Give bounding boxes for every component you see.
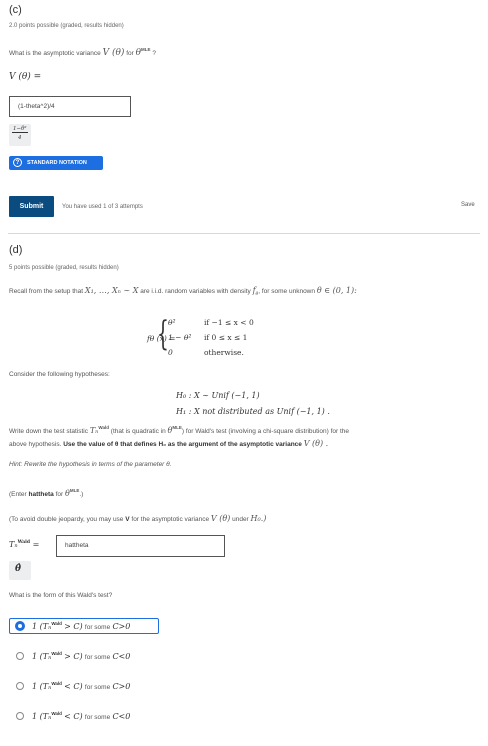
instructions-line-1: Write down the test statistic TₙWald (th… — [9, 425, 350, 435]
divider — [8, 233, 480, 234]
option-1[interactable]: 1 (TₙWald > C) for some C>0 — [9, 618, 159, 634]
form-question: What is the form of this Wald's test? — [9, 592, 113, 599]
option-2[interactable]: 1 (TₙWald > C) for some C<0 — [9, 648, 159, 664]
radio-button[interactable] — [16, 712, 24, 720]
radio-button[interactable] — [16, 652, 24, 660]
hypothesis-h0: H₀ : X ∼ Unif (−1, 1) — [176, 391, 260, 400]
case-2-cond: if 0 ≤ x ≤ 1 — [204, 333, 248, 342]
radio-button[interactable] — [16, 682, 24, 690]
part-d-label: (d) — [9, 244, 23, 256]
case-3-expr: 0 — [168, 348, 173, 357]
t-wald-label: TₙWald = — [9, 540, 40, 549]
submit-button[interactable]: Submit — [9, 196, 54, 217]
help-icon: ? — [13, 158, 22, 167]
math-preview: 1−θ² 4 — [9, 124, 31, 146]
setup-text: Recall from the setup that X₁, …, Xₙ ∼ X… — [9, 286, 357, 297]
double-jeopardy-note: (To avoid double jeopardy, you may use V… — [9, 514, 267, 523]
attempts-text: You have used 1 of 3 attempts — [62, 204, 143, 210]
instructions-line-2: above hypothesis. Use the value of θ tha… — [9, 439, 329, 448]
case-1-cond: if −1 ≤ x < 0 — [204, 318, 254, 327]
radio-button-selected[interactable] — [15, 621, 25, 631]
part-c-label: (c) — [9, 4, 22, 16]
option-3[interactable]: 1 (TₙWald < C) for some C>0 — [9, 678, 159, 694]
part-c-question: What is the asymptotic variance V (θ) fo… — [9, 47, 156, 58]
variance-answer-input[interactable]: (1-theta^2)/4 — [9, 96, 131, 117]
answer-label: V (θ) = — [9, 72, 42, 82]
standard-notation-button[interactable]: ? STANDARD NOTATION — [9, 156, 103, 170]
hypothesis-h1: H₁ : X not distributed as Unif (−1, 1) . — [176, 407, 330, 416]
part-c-meta: 2.0 points possible (graded, results hid… — [9, 23, 124, 29]
hint-text: Hint: Rewrite the hypothesis in terms of… — [9, 461, 172, 468]
consider-text: Consider the following hypotheses: — [9, 371, 110, 378]
case-1-expr: θ² — [168, 318, 176, 327]
part-d-meta: 5 points possible (graded, results hidde… — [9, 265, 119, 271]
case-3-cond: otherwise. — [204, 348, 244, 357]
t-wald-input[interactable]: hattheta — [56, 535, 225, 557]
option-4[interactable]: 1 (TₙWald < C) for some C<0 — [9, 708, 159, 724]
case-2-expr: 1 − θ² — [168, 333, 192, 342]
t-preview: θ̂ — [9, 561, 31, 580]
save-button[interactable]: Save — [461, 202, 475, 208]
enter-note: (Enter hattheta for θMLE.) — [9, 488, 84, 498]
